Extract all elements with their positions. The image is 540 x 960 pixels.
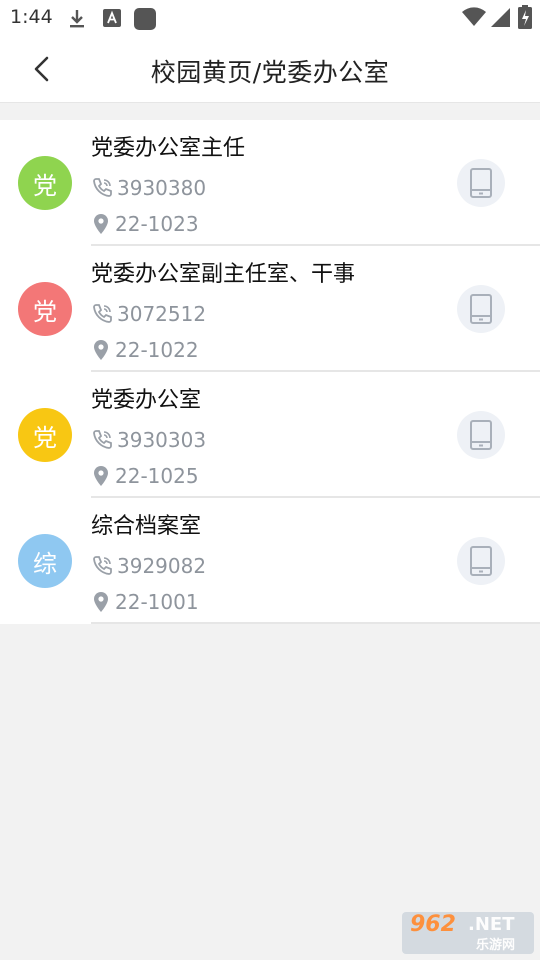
avatar: 党 [18,282,72,336]
avatar: 综 [18,534,72,588]
mobile-phone-icon [470,546,492,576]
location-row: 22-1023 [91,212,199,236]
download-icon [66,8,88,34]
watermark-text: 乐游网 [476,938,516,953]
avatar: 党 [18,408,72,462]
phone-icon [93,556,112,575]
contact-name: 综合档案室 [91,514,202,539]
phone-number: 3072512 [117,302,207,326]
page-title: 校园黄页/党委办公室 [150,58,390,87]
list-item[interactable]: 综 综合档案室 3929082 22-1001 [0,498,540,624]
contact-list: 党 党委办公室主任 3930380 22-1023 党 党委办公室副主任室、干事… [0,120,540,624]
mobile-call-button[interactable] [457,537,505,585]
phone-row[interactable]: 3930303 [91,428,206,452]
location-row: 22-1022 [91,338,199,362]
phone-icon [93,178,112,197]
phone-row[interactable]: 3930380 [91,176,206,200]
list-item[interactable]: 党 党委办公室主任 3930380 22-1023 [0,120,540,246]
mobile-call-button[interactable] [457,159,505,207]
contact-name: 党委办公室副主任室、干事 [91,262,356,287]
status-time: 1:44 [10,6,53,28]
status-bar: 1:44 [0,0,540,36]
mobile-call-button[interactable] [457,285,505,333]
phone-icon [93,430,112,449]
phone-row[interactable]: 3072512 [91,302,206,326]
divider [91,622,540,624]
location-row: 22-1025 [91,464,199,488]
battery-charging-icon [518,5,532,33]
phone-number: 3930303 [117,428,207,452]
a-icon [102,8,122,32]
list-item[interactable]: 党 党委办公室副主任室、干事 3072512 22-1022 [0,246,540,372]
location-pin-icon [94,214,108,234]
app-bar: 校园黄页/党委办公室 [0,36,540,103]
watermark-net: .NET [468,914,515,935]
list-item[interactable]: 党 党委办公室 3930303 22-1025 [0,372,540,498]
mobile-call-button[interactable] [457,411,505,459]
mobile-phone-icon [470,420,492,450]
phone-number: 3930380 [117,176,207,200]
location-row: 22-1001 [91,590,199,614]
contact-name: 党委办公室 [91,388,202,413]
mobile-phone-icon [470,294,492,324]
location-text: 22-1022 [115,338,199,362]
location-text: 22-1025 [115,464,199,488]
phone-icon [93,304,112,323]
location-pin-icon [94,340,108,360]
mobile-phone-icon [470,168,492,198]
location-pin-icon [94,466,108,486]
avatar: 党 [18,156,72,210]
phone-number: 3929082 [117,554,207,578]
contact-name: 党委办公室主任 [91,136,246,161]
phone-row[interactable]: 3929082 [91,554,206,578]
location-text: 22-1001 [115,590,199,614]
wifi-icon [462,6,486,32]
location-pin-icon [94,592,108,612]
location-text: 22-1023 [115,212,199,236]
watermark-logo: 962 .NET 乐游网 [402,912,534,954]
watermark-number: 962 [410,912,456,937]
app-square-icon [134,8,156,34]
signal-icon [490,6,510,32]
